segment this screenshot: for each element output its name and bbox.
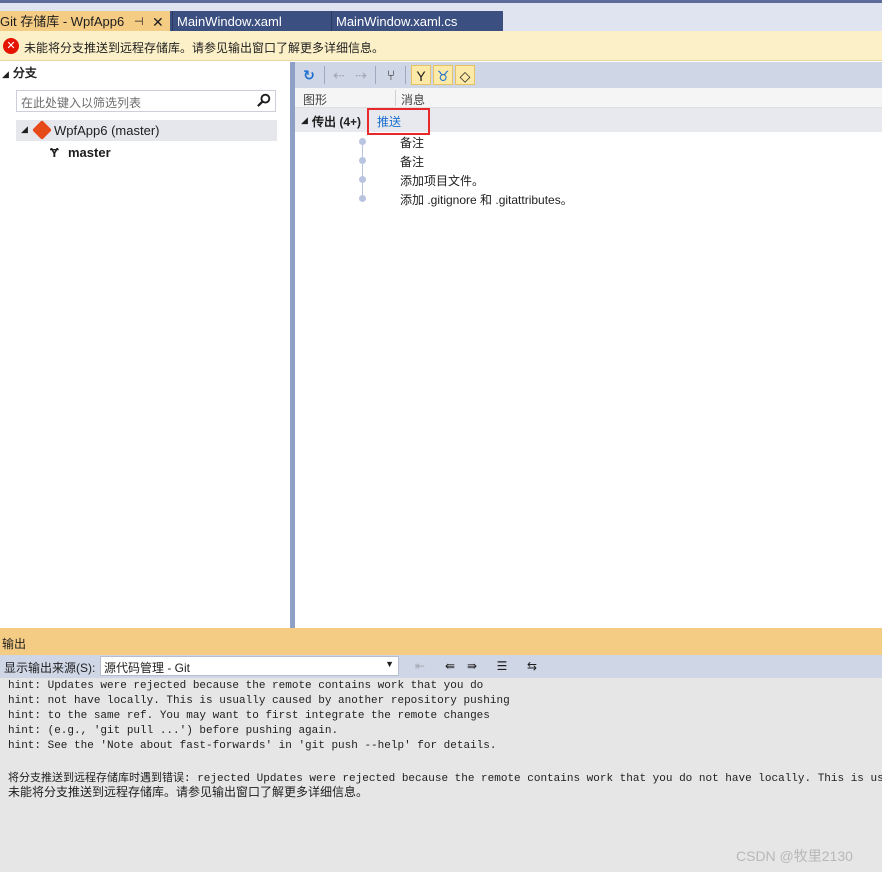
push-link[interactable]: 推送: [377, 113, 401, 130]
output-title: 输出: [2, 637, 27, 651]
output-line: hint: See the 'Note about fast-forwards'…: [8, 740, 497, 752]
collapse-triangle-icon[interactable]: ◢: [301, 115, 308, 126]
commit-graph-line: [362, 144, 363, 200]
error-info-bar: ✕ 未能将分支推送到远程存储库。请参见输出窗口了解更多详细信息。: [0, 31, 882, 61]
output-line: hint: to the same ref. You may want to f…: [8, 710, 490, 722]
column-message[interactable]: 消息: [401, 91, 425, 108]
close-icon[interactable]: ✕: [152, 11, 164, 33]
search-icon[interactable]: [256, 93, 271, 108]
output-toolbar: 显示输出来源(S): 源代码管理 - Git ▼ ⇤ ⇚ ⇛ ☰ ⇆: [0, 655, 882, 678]
expand-triangle-icon[interactable]: ◢: [21, 124, 28, 135]
output-pane-title: 输出: [0, 628, 882, 655]
outgoing-label: 传出 (4+): [312, 115, 362, 129]
watermark: CSDN @牧里2130: [736, 848, 853, 864]
show-branches-icon[interactable]: Y: [411, 65, 431, 85]
output-source-value: 源代码管理 - Git: [104, 661, 190, 675]
refresh-icon[interactable]: ↻: [299, 65, 319, 85]
toolbar-separator: [405, 66, 406, 84]
output-line: hint: Updates were rejected because the …: [8, 680, 484, 692]
output-source-select[interactable]: 源代码管理 - Git ▼: [100, 656, 399, 676]
chevron-down-icon[interactable]: ▼: [385, 659, 394, 669]
commit-message[interactable]: 备注: [400, 134, 424, 151]
history-toolbar: ↻ ⇠ ⇢ ⑂ Y ♉ ◇: [295, 62, 882, 88]
branch-icon: Ɏ: [50, 145, 59, 160]
collapse-triangle-icon[interactable]: ◢: [2, 69, 9, 79]
show-tags-icon[interactable]: ◇: [455, 65, 475, 85]
error-message: 未能将分支推送到远程存储库。请参见输出窗口了解更多详细信息。: [24, 41, 385, 55]
commit-message[interactable]: 添加项目文件。: [400, 172, 484, 189]
column-divider[interactable]: [395, 90, 396, 106]
toggle-word-wrap-icon[interactable]: ⇆: [522, 657, 542, 676]
output-line: 未能将分支推送到远程存储库。请参见输出窗口了解更多详细信息。: [8, 785, 369, 799]
show-remote-branches-icon[interactable]: ♉: [433, 65, 453, 85]
tab-mainwindow-xaml-label: MainWindow.xaml: [177, 14, 282, 29]
fetch-icon[interactable]: ⇠: [329, 65, 349, 85]
column-graph[interactable]: 图形: [303, 91, 327, 108]
tab-mainwindow-xaml-cs-label: MainWindow.xaml.cs: [336, 14, 458, 29]
output-line: hint: not have locally. This is usually …: [8, 695, 510, 707]
toolbar-separator: [324, 66, 325, 84]
branches-pane: ◢ 分支 在此处键入以筛选列表 ◢ WpfApp6 (master) Ɏ mast…: [0, 62, 290, 628]
document-tab-strip: Git 存储库 - WpfApp6 ⊣ ✕ MainWindow.xaml Ma…: [0, 0, 882, 34]
error-icon: ✕: [3, 38, 19, 54]
commit-node: [359, 176, 366, 183]
commit-node: [359, 157, 366, 164]
find-message-icon[interactable]: ⇤: [410, 657, 430, 676]
output-text-area[interactable]: hint: Updates were rejected because the …: [0, 678, 882, 872]
git-logo-icon: [32, 120, 52, 140]
commit-message[interactable]: 备注: [400, 153, 424, 170]
repository-label: WpfApp6 (master): [54, 123, 160, 138]
clear-all-icon[interactable]: ☰: [492, 657, 512, 676]
toolbar-separator: [375, 66, 376, 84]
tab-git-repository-label: Git 存储库 - WpfApp6: [0, 14, 125, 29]
branch-label: master: [68, 145, 111, 160]
output-line: hint: (e.g., 'git pull ...') before push…: [8, 725, 339, 737]
next-message-icon[interactable]: ⇛: [462, 657, 482, 676]
branch-graph-icon[interactable]: ⑂: [381, 65, 401, 85]
commit-node: [359, 138, 366, 145]
history-column-header: 图形 消息: [295, 88, 882, 108]
commit-message[interactable]: 添加 .gitignore 和 .gitattributes。: [400, 191, 573, 208]
branch-filter-box[interactable]: 在此处键入以筛选列表: [16, 90, 276, 112]
branches-header-label: 分支: [12, 66, 37, 80]
output-source-label: 显示输出来源(S):: [4, 661, 96, 675]
pin-icon[interactable]: ⊣: [134, 11, 144, 33]
branches-header[interactable]: ◢ 分支: [2, 64, 37, 81]
pull-icon[interactable]: ⇢: [351, 65, 371, 85]
history-pane: ↻ ⇠ ⇢ ⑂ Y ♉ ◇ 图形 消息 ◢ 传出 (4+) 推送 备注 备注 添…: [295, 62, 882, 628]
previous-message-icon[interactable]: ⇚: [440, 657, 460, 676]
commit-node: [359, 195, 366, 202]
repository-tree-item[interactable]: ◢ WpfApp6 (master): [16, 120, 277, 141]
branch-filter-input[interactable]: 在此处键入以筛选列表: [21, 94, 141, 111]
outgoing-group-row[interactable]: ◢ 传出 (4+) 推送: [295, 108, 882, 135]
